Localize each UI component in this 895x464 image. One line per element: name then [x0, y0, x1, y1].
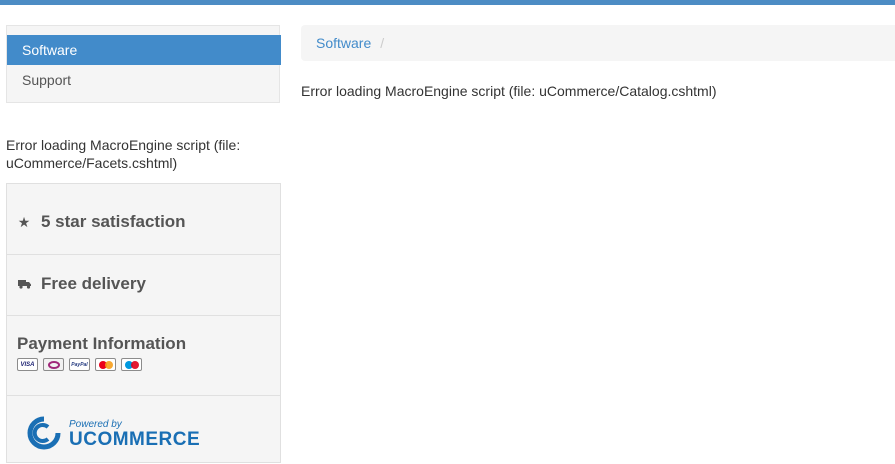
facets-error-message: Error loading MacroEngine script (file: …	[6, 137, 241, 171]
features-panel: ★ 5 star satisfaction Free delivery Paym…	[6, 183, 281, 463]
brand-name: UCOMMERCE	[69, 429, 201, 450]
breadcrumb-separator: /	[380, 35, 385, 51]
visa-card-icon: VISA	[17, 358, 38, 371]
feature-payment: Payment Information VISA PayPal	[7, 316, 280, 396]
breadcrumb: Software /	[301, 25, 895, 61]
sidebar-item-software[interactable]: Software	[7, 35, 281, 65]
ucommerce-logo[interactable]: Powered by UCOMMERCE	[27, 416, 200, 450]
feature-powered-by: Powered by UCOMMERCE	[7, 396, 280, 464]
maestro-alt-card-icon	[43, 358, 64, 371]
ucommerce-logo-icon	[27, 416, 61, 450]
paypal-card-icon: PayPal	[69, 358, 90, 371]
sidebar-nav: Software Support	[6, 25, 281, 103]
catalog-error-message: Error loading MacroEngine script (file: …	[301, 83, 717, 99]
feature-delivery: Free delivery	[7, 255, 280, 316]
feature-delivery-label: Free delivery	[41, 274, 146, 293]
mastercard-card-icon	[95, 358, 116, 371]
truck-icon	[17, 279, 31, 289]
payment-cards: VISA PayPal	[17, 358, 142, 371]
feature-satisfaction: ★ 5 star satisfaction	[7, 184, 280, 255]
payment-information-label: Payment Information	[17, 334, 187, 353]
top-accent-bar	[0, 0, 895, 5]
star-icon: ★	[17, 213, 31, 230]
maestro-card-icon	[121, 358, 142, 371]
sidebar-item-support[interactable]: Support	[7, 65, 281, 95]
breadcrumb-item-software[interactable]: Software	[316, 35, 371, 51]
feature-satisfaction-label: 5 star satisfaction	[41, 212, 186, 231]
